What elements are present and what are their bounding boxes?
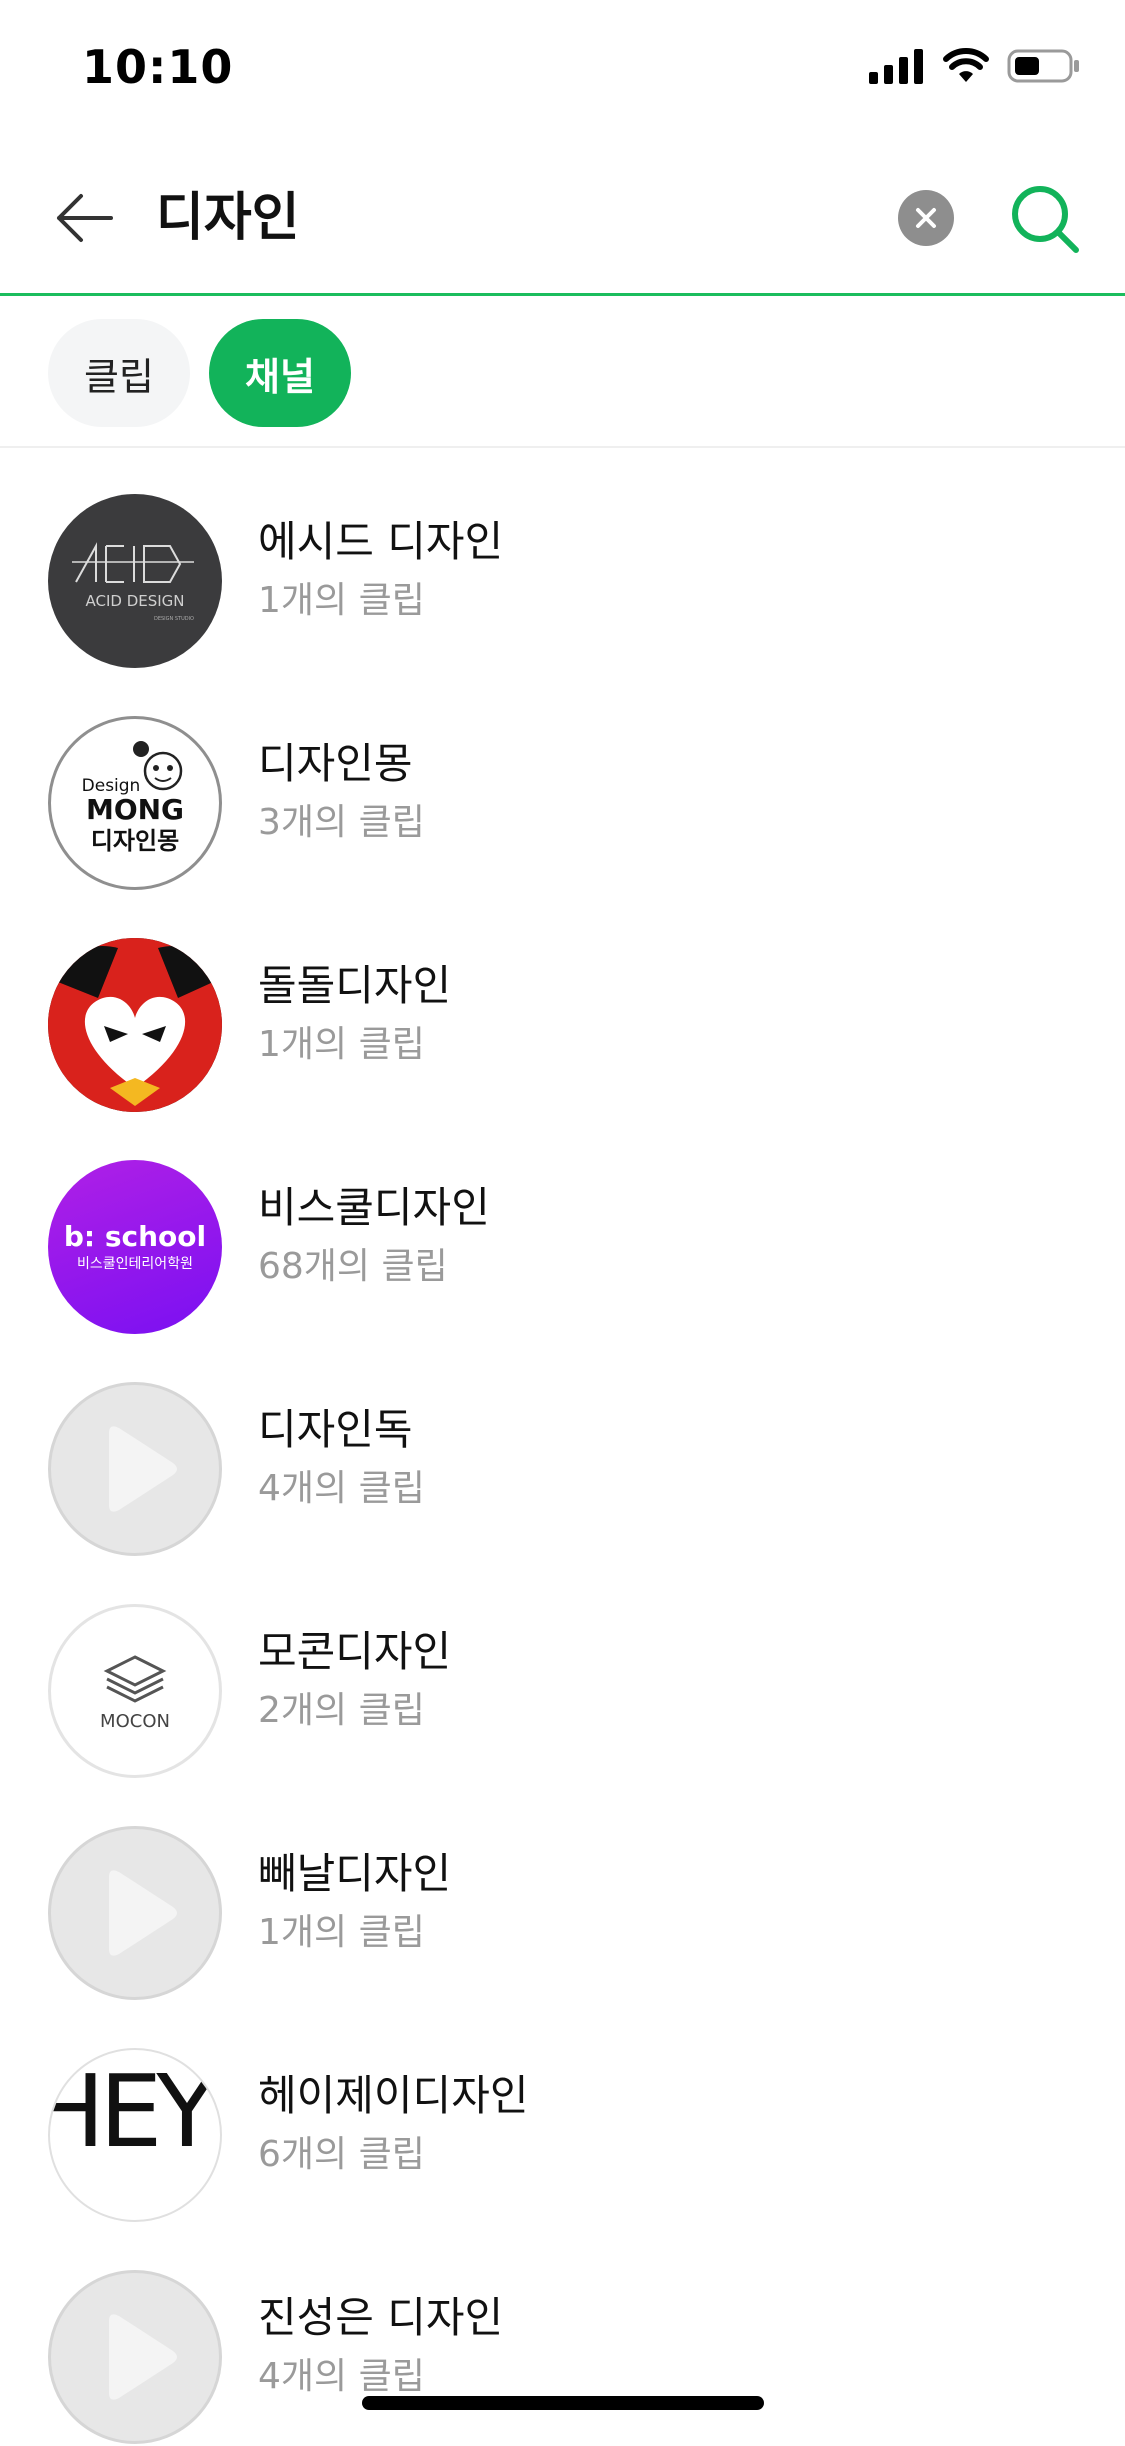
- channel-item-acid-design[interactable]: ACID DESIGN DESIGN STUDIO 에시드 디자인 1개의 클립: [0, 448, 1125, 670]
- status-bar: 10:10: [0, 0, 1125, 140]
- channel-item-ppaenal-design[interactable]: 빼날디자인 1개의 클립: [0, 1780, 1125, 2002]
- home-indicator: [362, 2396, 764, 2410]
- channel-name: 돌돌디자인: [258, 961, 452, 1010]
- channel-clip-count: 2개의 클립: [258, 1690, 425, 1731]
- channel-name: 모콘디자인: [258, 1627, 452, 1676]
- design-mong-avatar: Design MONG 디자인몽: [48, 716, 222, 890]
- tab-channel[interactable]: 채널: [209, 319, 351, 427]
- acid-design-logo-icon: ACID DESIGN DESIGN STUDIO: [72, 542, 194, 622]
- status-icons: [869, 48, 1081, 84]
- channel-clip-count: 6개의 클립: [258, 2134, 425, 2175]
- channel-item-design-mong[interactable]: Design MONG 디자인몽 디자인몽 3개의 클립: [0, 670, 1125, 892]
- channel-name: 헤이제이디자인: [258, 2071, 529, 2120]
- channel-clip-count: 68개의 클립: [258, 1246, 448, 1287]
- mocon-logo-icon: MOCON: [100, 1655, 170, 1732]
- wifi-icon: [943, 48, 989, 82]
- close-icon: [916, 208, 936, 228]
- default-play-icon: [109, 1426, 177, 1512]
- channel-name: 진성은 디자인: [258, 2293, 504, 2342]
- svg-text:DESIGN STUDIO: DESIGN STUDIO: [154, 616, 194, 622]
- channel-item-mocon-design[interactable]: MOCON 모콘디자인 2개의 클립: [0, 1558, 1125, 1780]
- channel-name: 빼날디자인: [258, 1849, 452, 1898]
- search-input[interactable]: 디자인: [156, 178, 300, 258]
- tab-clip[interactable]: 클립: [48, 319, 190, 427]
- channel-clip-count: 4개의 클립: [258, 1468, 425, 1509]
- status-time: 10:10: [82, 40, 234, 94]
- channel-item-bschool-design[interactable]: b: school 비스쿨인테리어학원 비스쿨디자인 68개의 클립: [0, 1114, 1125, 1336]
- battery-icon: [1007, 49, 1079, 83]
- heyjay-avatar: HEY JAY: [48, 2048, 222, 2222]
- channel-name: 비스쿨디자인: [258, 1183, 490, 1232]
- acid-design-avatar: ACID DESIGN DESIGN STUDIO: [48, 494, 222, 668]
- default-avatar: [48, 1826, 222, 2000]
- heyjay-logo-icon: HEY JAY: [50, 2053, 220, 2170]
- mocon-avatar: MOCON: [48, 1604, 222, 1778]
- channel-item-heyjay-design[interactable]: HEY JAY 헤이제이디자인 6개의 클립: [0, 2002, 1125, 2224]
- filter-tabs: 클립 채널: [0, 296, 1125, 448]
- default-avatar: [48, 1382, 222, 1556]
- acid-design-logo-text: ACID DESIGN: [85, 592, 184, 610]
- design-mong-logo-text-2: MONG: [86, 793, 184, 826]
- search-header: 디자인: [0, 140, 1125, 296]
- cellular-signal-icon: [869, 49, 923, 84]
- default-play-icon: [109, 1870, 177, 1956]
- search-icon: [1012, 186, 1079, 253]
- design-mong-logo-icon: Design MONG 디자인몽: [82, 741, 184, 855]
- design-mong-logo-text-3: 디자인몽: [91, 827, 179, 855]
- channel-clip-count: 1개의 클립: [258, 1024, 425, 1065]
- bschool-logo-icon: b: school 비스쿨인테리어학원: [64, 1220, 206, 1272]
- heyjay-logo-text: HEY JAY: [50, 2053, 220, 2170]
- doldol-design-avatar: [48, 938, 222, 1112]
- mocon-logo-text: MOCON: [100, 1711, 170, 1732]
- default-play-icon: [109, 2314, 177, 2400]
- channel-clip-count: 1개의 클립: [258, 580, 425, 621]
- search-button[interactable]: [1006, 180, 1086, 260]
- bschool-logo-text-2: 비스쿨인테리어학원: [77, 1256, 193, 1272]
- channel-name: 디자인몽: [258, 739, 413, 788]
- channel-clip-count: 1개의 클립: [258, 1912, 425, 1953]
- channel-item-design-dog[interactable]: 디자인독 4개의 클립: [0, 1336, 1125, 1558]
- channel-clip-count: 3개의 클립: [258, 802, 425, 843]
- channel-item-doldol-design[interactable]: 돌돌디자인 1개의 클립: [0, 892, 1125, 1114]
- bschool-avatar: b: school 비스쿨인테리어학원: [48, 1160, 222, 1334]
- channel-item-jinseongeun-design[interactable]: 진성은 디자인 4개의 클립: [0, 2224, 1125, 2446]
- red-character-icon: [48, 938, 222, 1112]
- arrow-left-icon: [57, 194, 113, 242]
- channel-name: 디자인독: [258, 1405, 413, 1454]
- clear-search-button[interactable]: [898, 190, 954, 246]
- channel-name: 에시드 디자인: [258, 517, 504, 566]
- channel-clip-count: 4개의 클립: [258, 2356, 425, 2397]
- default-avatar: [48, 2270, 222, 2444]
- back-button[interactable]: [50, 183, 120, 253]
- bschool-logo-text-1: b: school: [64, 1220, 206, 1253]
